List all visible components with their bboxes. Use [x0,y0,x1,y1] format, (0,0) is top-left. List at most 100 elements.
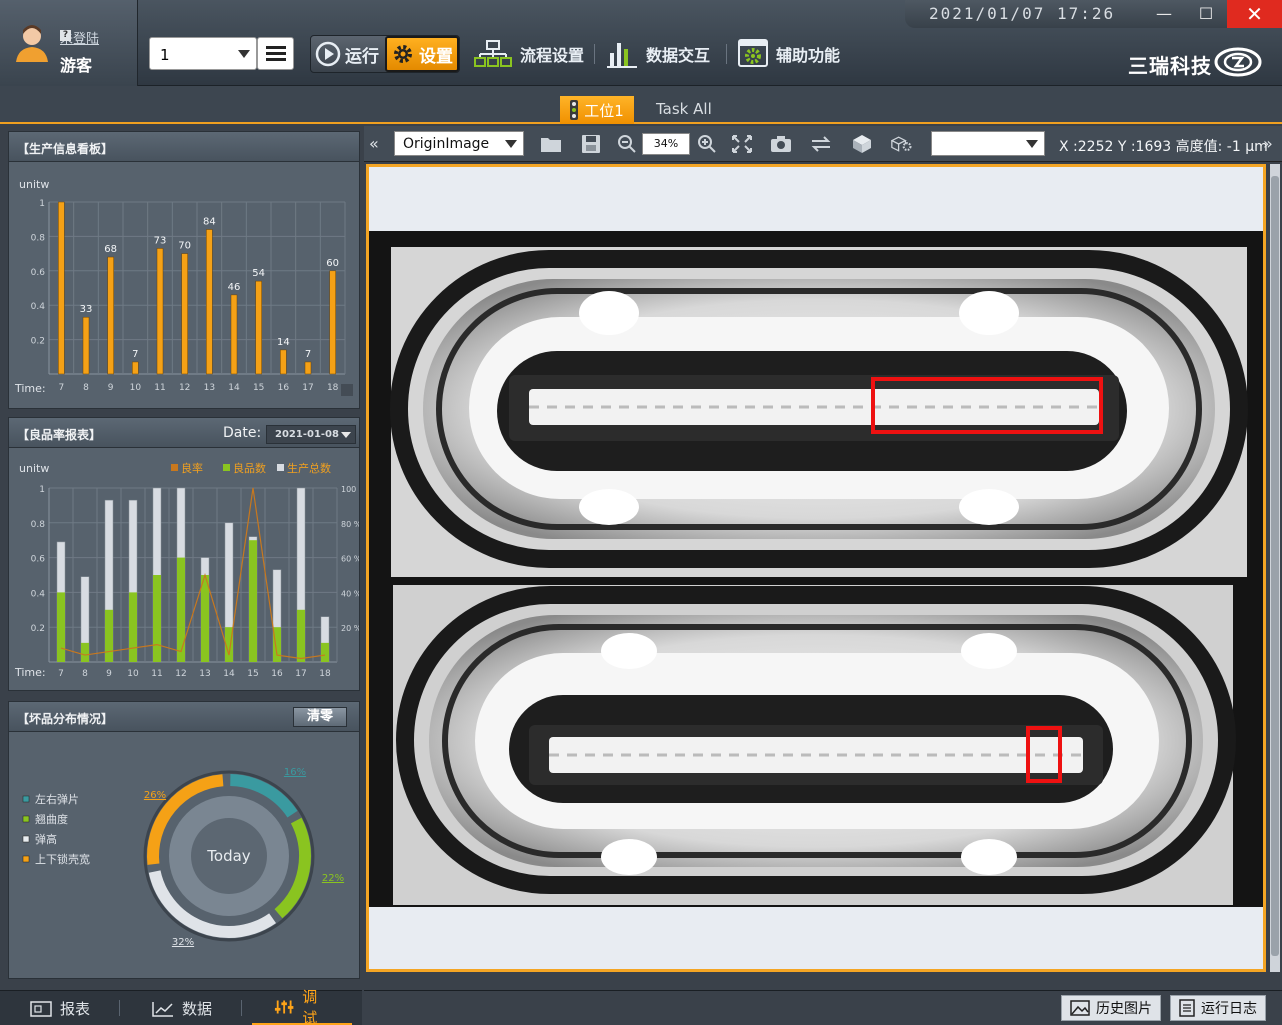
bottom-nav-data-label: 数据 [182,1000,213,1018]
slice-data-label: 32% [172,937,194,948]
bar [132,361,139,375]
nav-aux-functions[interactable]: 辅助功能 [738,36,840,72]
x-tick-label: 15 [247,669,258,679]
log-icon [1179,999,1195,1017]
history-images-button[interactable]: 历史图片 [1061,995,1161,1021]
x-tick-label: 17 [302,383,313,393]
yield-report-panel: 【良品率报表】 Date: 2021-01-08 unitw 良率 良品数 生产总数 T… [8,417,367,691]
fit-screen-icon[interactable] [731,134,753,154]
station-tab-row: 工位1 Task All [0,86,1282,124]
canvas-scrollbar[interactable] [1270,164,1280,972]
zoom-level[interactable]: 34% [642,133,690,155]
display-mode-select[interactable] [931,131,1045,156]
nav-aux-functions-label: 辅助功能 [776,46,841,65]
zoom-out-icon[interactable] [616,134,638,154]
run-button[interactable]: 运行 [315,36,385,72]
bar [156,248,164,375]
y-tick-label: 0.6 [31,268,46,278]
run-settings-group: 运行 设置 [310,35,460,73]
slice-data-label: 26% [144,790,166,801]
minimize-button[interactable]: — [1153,3,1175,25]
chevron-down-icon [238,50,250,58]
connector-bottom [393,585,1236,905]
bar-data-label: 60 [326,258,339,269]
x-tick-label: 7 [58,669,64,679]
yield-combo-chart: unitw 良率 良品数 生产总数 Time: 0.2 20 % 0.4 40 % 0.6 60 %… [14,461,367,679]
run-log-label: 运行日志 [1201,1001,1257,1017]
image-source-value: OriginImage [403,136,490,152]
bar-good [201,575,209,662]
date-select[interactable]: 2021-01-08 [266,425,356,444]
close-button[interactable]: ✕ [1227,0,1282,28]
collapse-left-icon[interactable]: « [369,134,379,153]
settings-button[interactable]: 设置 [385,36,459,72]
x-tick-label: 9 [108,383,114,393]
bar [206,229,213,375]
settings-3d-icon[interactable] [891,134,913,154]
swap-icon[interactable] [810,134,832,154]
x-tick-label: 18 [327,383,339,393]
report-icon [30,1000,52,1017]
legend-label: 左右弹片 [35,792,79,806]
nav-flow-settings[interactable]: 流程设置 [474,36,584,72]
panel-title: 【坏品分布情况】 清零 [9,702,359,732]
x-tick-label: 8 [82,669,88,679]
inspection-image[interactable] [369,167,1263,969]
top-bar: 未登陆 ? 游客 1 运行 设置 流程设置 数据交互 辅助功能 2021/01/… [0,0,1282,86]
legend-swatch [223,464,230,471]
x-tick-label: 17 [295,669,306,679]
y-axis-unit: unitw [19,462,49,475]
bar-good [81,642,89,662]
y-tick-label: 0.8 [31,520,46,530]
bar [58,201,65,375]
legend-label: 弹高 [35,832,57,846]
flowchart-icon [474,40,512,67]
x-tick-label: 9 [106,669,112,679]
brand-name: 三瑞科技 [1128,54,1212,78]
station-select[interactable]: 1 [149,37,257,70]
legend-swatch [277,464,284,471]
bar [280,349,287,375]
bottom-nav-report[interactable]: 报表 [8,991,112,1025]
x-tick-label: 10 [127,669,139,679]
bar-data-label: 33 [80,304,93,315]
legend-label: 良品数 [233,461,266,475]
image-canvas[interactable] [366,164,1266,972]
clear-button[interactable]: 清零 [293,707,347,727]
user-avatar-icon[interactable] [12,22,52,62]
list-button[interactable] [257,37,294,70]
nav-data-exchange[interactable]: 数据交互 [606,36,710,72]
legend-swatch [22,855,30,863]
scrollbar-thumb[interactable] [1271,176,1279,956]
camera-icon[interactable] [770,134,792,154]
tab-task-all[interactable]: Task All [656,100,712,118]
open-folder-icon[interactable] [540,134,562,154]
y-tick-label: 0.4 [31,589,46,599]
panel-title: 【生产信息看板】 [9,132,359,162]
y2-tick-label: 100 % [341,485,359,494]
x-tick-label: 16 [271,669,283,679]
x-tick-label: 10 [130,383,142,393]
collapse-right-icon[interactable]: » [1263,134,1273,153]
bottom-nav-debug[interactable]: 调试 [252,988,352,1025]
settings-label: 设置 [419,46,453,67]
save-icon[interactable] [580,134,602,154]
date-select-value: 2021-01-08 [275,429,339,440]
image-source-select[interactable]: OriginImage [394,131,524,156]
tab-station-1[interactable]: 工位1 [560,96,634,124]
legend-label: 生产总数 [287,461,331,475]
bar [107,256,114,375]
x-tick-label: 11 [151,669,162,679]
y2-tick-label: 60 % [341,555,359,564]
maximize-button[interactable]: ☐ [1195,3,1217,25]
cube-3d-icon[interactable] [851,134,873,154]
run-log-button[interactable]: 运行日志 [1170,995,1266,1021]
bottom-nav: 报表 数据 调试 [0,988,362,1025]
bottom-nav-data[interactable]: 数据 [130,991,234,1025]
y-tick-label: 1 [39,199,45,209]
x-axis-label: Time: [14,666,46,679]
bar [82,316,90,375]
zoom-in-icon[interactable] [696,134,718,154]
bar-good [177,557,185,662]
x-axis-label: Time: [14,382,46,395]
